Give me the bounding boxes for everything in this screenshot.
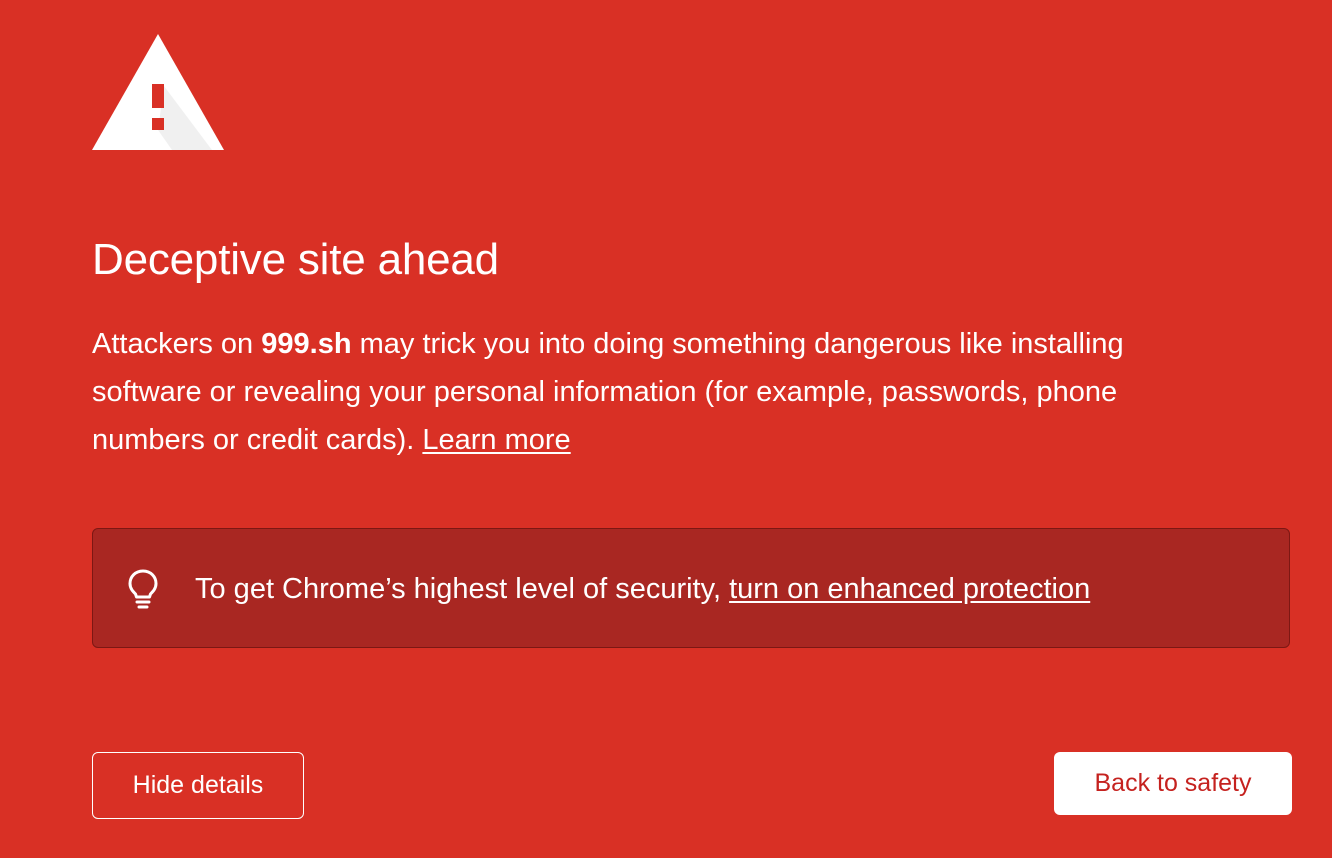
learn-more-link[interactable]: Learn more (422, 424, 570, 456)
warning-triangle-icon (92, 34, 224, 150)
hide-details-button[interactable]: Hide details (92, 752, 304, 819)
description-prefix: Attackers on (92, 328, 262, 360)
lightbulb-icon (128, 569, 158, 609)
page-title: Deceptive site ahead (92, 235, 499, 284)
site-domain: 999.sh (261, 328, 352, 360)
enhanced-protection-tip: To get Chrome’s highest level of securit… (92, 528, 1290, 648)
security-tip-prefix: To get Chrome’s highest level of securit… (195, 573, 730, 605)
interstitial-page: Deceptive site ahead Attackers on 999.sh… (0, 0, 1332, 858)
enhanced-protection-link[interactable]: turn on enhanced protection (729, 573, 1090, 605)
security-tip-text: To get Chrome’s highest level of securit… (195, 571, 1090, 607)
warning-description: Attackers on 999.sh may trick you into d… (92, 320, 1232, 464)
back-to-safety-button[interactable]: Back to safety (1054, 752, 1292, 815)
